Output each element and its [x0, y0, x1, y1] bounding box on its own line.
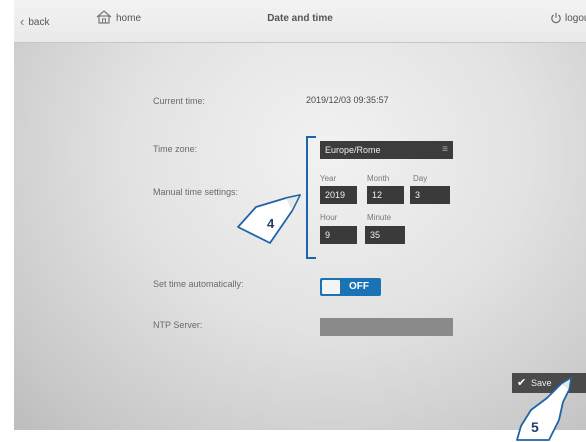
- day-field[interactable]: 3: [410, 186, 450, 204]
- step-4-callout: 4: [237, 194, 301, 244]
- hour-field[interactable]: 9: [320, 226, 357, 244]
- timezone-select[interactable]: Europe/Rome ≡: [320, 141, 453, 159]
- current-time-value: 2019/12/03 09:35:57: [306, 95, 389, 105]
- year-field[interactable]: 2019: [320, 186, 357, 204]
- logout-label: logout: [565, 13, 586, 24]
- month-field[interactable]: 12: [367, 186, 404, 204]
- toggle-state: OFF: [349, 281, 369, 292]
- step-4-number: 4: [267, 216, 275, 231]
- minute-label: Minute: [367, 213, 392, 222]
- day-label: Day: [413, 174, 428, 183]
- manual-time-label: Manual time settings:: [153, 187, 239, 197]
- current-time-label: Current time:: [153, 96, 206, 106]
- highlight-bracket: [306, 136, 316, 259]
- top-bar: ‹back home Date and time logout: [14, 0, 586, 43]
- timezone-value: Europe/Rome: [325, 145, 381, 155]
- hour-label: Hour: [320, 213, 338, 222]
- step-5-number: 5: [531, 419, 539, 435]
- ntp-server-label: NTP Server:: [153, 320, 203, 330]
- device-screen: ‹back home Date and time logout Current …: [14, 0, 586, 430]
- timezone-label: Time zone:: [153, 144, 198, 154]
- month-label: Month: [367, 174, 390, 183]
- menu-icon: ≡: [442, 144, 448, 155]
- logout-button[interactable]: logout: [550, 12, 586, 24]
- auto-time-label: Set time automatically:: [153, 279, 244, 289]
- page-title: Date and time: [267, 13, 333, 24]
- power-icon: [551, 12, 561, 24]
- year-label: Year: [320, 174, 337, 183]
- step-5-callout: 5: [516, 377, 572, 441]
- toggle-knob: [322, 280, 340, 294]
- minute-field[interactable]: 35: [365, 226, 405, 244]
- auto-time-toggle[interactable]: OFF: [320, 278, 381, 296]
- ntp-server-input[interactable]: [320, 318, 453, 336]
